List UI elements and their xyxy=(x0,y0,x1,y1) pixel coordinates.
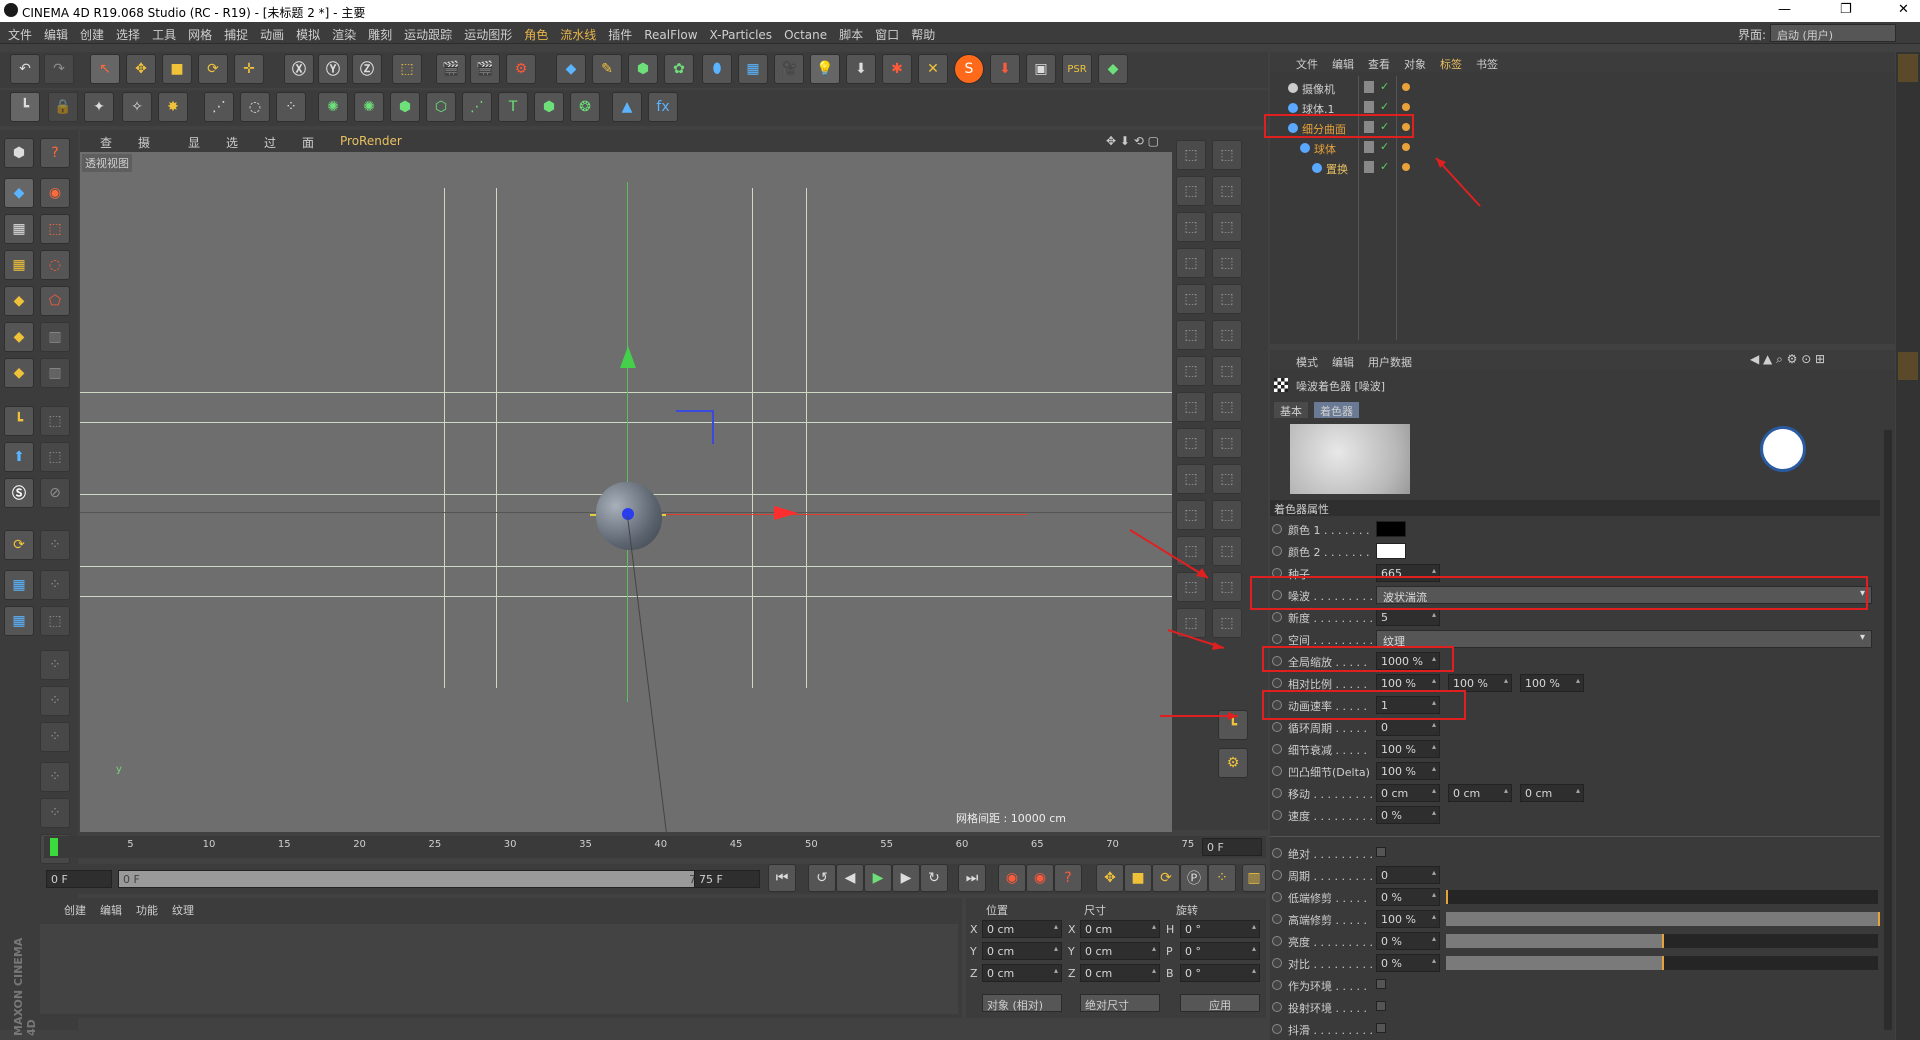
annotation-arrows xyxy=(1129,157,1481,720)
